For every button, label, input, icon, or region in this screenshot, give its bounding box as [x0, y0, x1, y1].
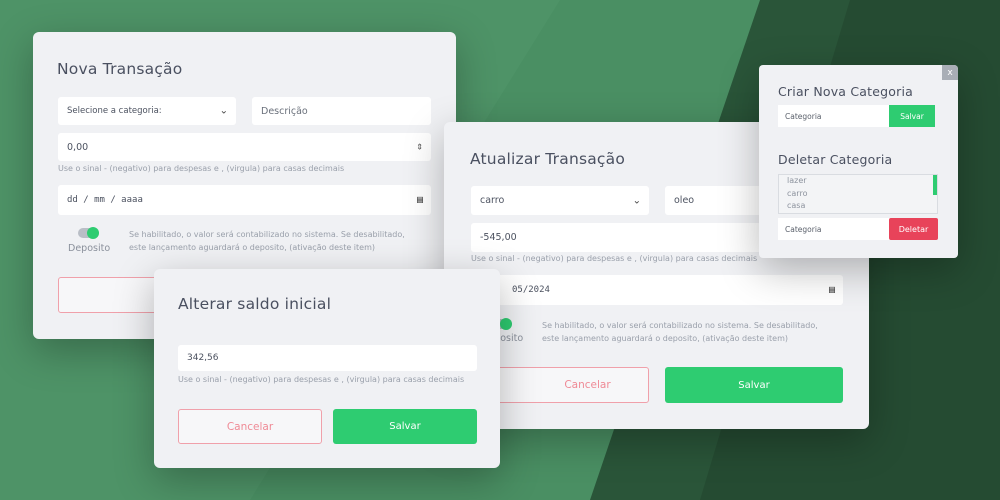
create-category-input[interactable]: Categoria — [778, 105, 890, 127]
deposit-label: Deposito — [68, 243, 111, 254]
save-button[interactable]: Salvar — [333, 409, 477, 444]
delete-category-placeholder: Categoria — [785, 224, 822, 234]
atualizar-transacao-title: Atualizar Transação — [470, 150, 626, 168]
deposit-description-line1: Se habilitado, o valor será contabilizad… — [129, 230, 405, 239]
saldo-hint: Use o sinal - (negativo) para despesas e… — [178, 375, 465, 384]
save-button[interactable]: Salvar — [665, 367, 843, 403]
nova-transacao-title: Nova Transação — [57, 60, 183, 78]
calendar-icon[interactable]: ▤ — [417, 195, 423, 206]
category-select-value: carro — [480, 195, 505, 206]
deposit-description-line1: Se habilitado, o valor será contabilizad… — [542, 321, 818, 330]
category-option[interactable]: carro — [779, 188, 937, 201]
delete-category-label: Deletar — [898, 224, 929, 234]
cancel-button-label: Cancelar — [226, 420, 274, 433]
category-select-value: Selecione a categoria: — [67, 106, 162, 116]
close-icon: x — [947, 67, 953, 78]
category-select[interactable]: Selecione a categoria: ⌄ — [58, 97, 236, 125]
toggle-knob — [87, 227, 99, 239]
delete-category-button[interactable]: Deletar — [889, 218, 938, 240]
delete-category-input[interactable]: Categoria — [778, 218, 890, 240]
saldo-input[interactable]: 342,56 — [178, 345, 477, 371]
deposit-toggle[interactable] — [78, 227, 99, 239]
value-input[interactable]: 0,00 ⇕ — [58, 133, 431, 161]
category-listbox[interactable]: lazer carro casa — [778, 174, 938, 214]
value-input-text: 0,00 — [67, 141, 89, 153]
date-input[interactable]: dd / mm / aaaa ▤ — [58, 185, 431, 215]
create-category-title: Criar Nova Categoria — [778, 84, 913, 99]
category-select[interactable]: carro ⌄ — [471, 186, 649, 215]
listbox-scrollbar[interactable] — [933, 175, 937, 195]
deposit-description: Se habilitado, o valor será contabilizad… — [542, 319, 818, 345]
save-button-label: Salvar — [738, 379, 770, 391]
chevron-down-icon: ⌄ — [219, 105, 228, 117]
deposit-description-line2: este lançamento aguardará o deposito, (a… — [129, 243, 376, 252]
spinner-icon[interactable]: ⇕ — [416, 143, 423, 152]
value-hint: Use o sinal - (negativo) para despesas e… — [471, 254, 758, 263]
value-input-text: -545,00 — [480, 232, 517, 243]
calendar-icon[interactable]: ▤ — [829, 285, 835, 296]
description-input[interactable]: Descrição — [252, 97, 431, 125]
cancel-button[interactable]: Cancelar — [178, 409, 322, 444]
chevron-down-icon: ⌄ — [632, 195, 641, 206]
alterar-saldo-modal: Alterar saldo inicial 342,56 Use o sinal… — [154, 269, 500, 468]
alterar-saldo-title: Alterar saldo inicial — [178, 295, 332, 313]
cancel-button-label: Cancelar — [564, 379, 611, 391]
value-hint: Use o sinal - (negativo) para despesas e… — [58, 164, 345, 173]
delete-category-title: Deletar Categoria — [778, 152, 893, 167]
toggle-knob — [500, 318, 512, 330]
category-option[interactable]: lazer — [779, 175, 937, 188]
deposit-description: Se habilitado, o valor será contabilizad… — [129, 228, 405, 254]
create-category-placeholder: Categoria — [785, 111, 822, 121]
saldo-input-text: 342,56 — [187, 353, 219, 363]
save-button-label: Salvar — [389, 421, 421, 432]
close-button[interactable]: x — [942, 65, 958, 80]
date-input-text: dd / mm / aaaa — [67, 195, 143, 205]
create-category-save-label: Salvar — [900, 111, 924, 121]
description-placeholder: Descrição — [261, 105, 308, 117]
category-option[interactable]: casa — [779, 200, 937, 213]
deposit-description-line2: este lançamento aguardará o deposito, (a… — [542, 334, 789, 343]
create-category-save-button[interactable]: Salvar — [889, 105, 935, 127]
date-input[interactable]: 05/2024 ▤ — [471, 275, 843, 305]
categoria-modal: x Criar Nova Categoria Categoria Salvar … — [759, 65, 958, 258]
description-input-text: oleo — [674, 195, 695, 206]
